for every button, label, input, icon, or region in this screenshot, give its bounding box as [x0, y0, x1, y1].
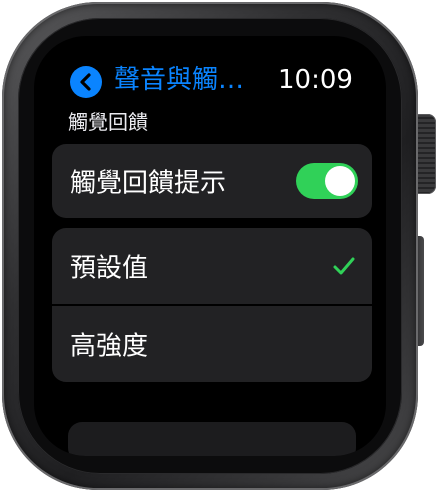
next-cell-partial	[68, 422, 356, 456]
back-button[interactable]	[70, 66, 102, 98]
option-default[interactable]: 預設值	[52, 228, 372, 304]
haptic-alerts-row[interactable]: 觸覺回饋提示	[52, 144, 372, 218]
option-prominent[interactable]: 高強度	[52, 306, 372, 382]
option-label: 高強度	[70, 331, 149, 362]
haptic-alerts-label: 觸覺回饋提示	[70, 168, 227, 199]
chevron-left-icon	[80, 73, 91, 91]
watch-illustration: 聲音與觸… 10:09 觸覺回饋 觸覺回饋提示 預設值 高強度	[0, 0, 439, 492]
nav-title[interactable]: 聲音與觸…	[114, 62, 244, 98]
section-header: 觸覺回饋	[68, 110, 148, 134]
toggle-knob	[325, 166, 355, 196]
watch-screen: 聲音與觸… 10:09 觸覺回饋 觸覺回饋提示 預設值 高強度	[34, 36, 386, 456]
checkmark-icon	[333, 257, 355, 275]
option-label: 預設值	[70, 253, 149, 284]
haptic-alerts-toggle[interactable]	[296, 163, 358, 199]
clock: 10:09	[278, 65, 353, 95]
